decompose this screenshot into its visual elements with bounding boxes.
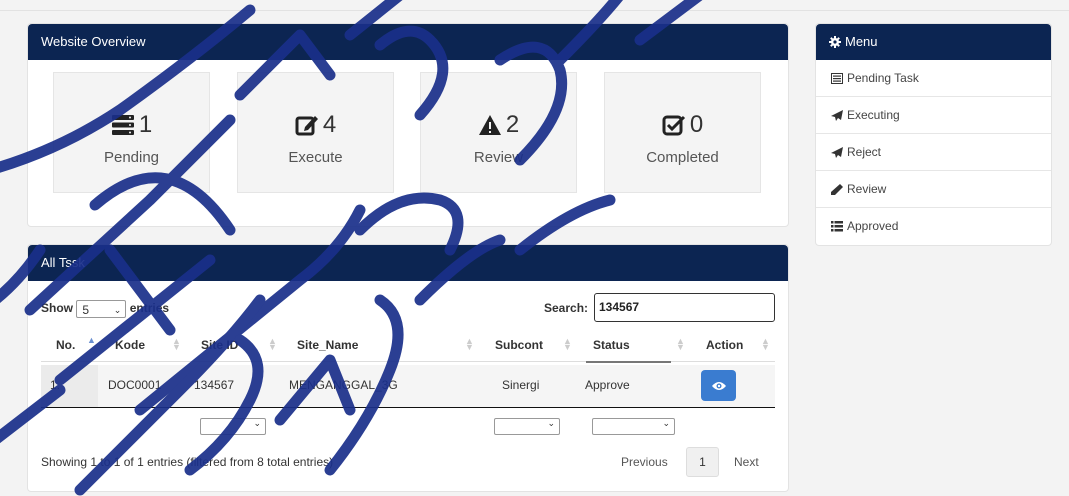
server-icon <box>111 115 134 135</box>
top-divider <box>0 10 1069 11</box>
menu-header: Menu <box>816 24 1051 60</box>
menu-title: Menu <box>845 34 878 49</box>
stat-execute[interactable]: 4 Execute <box>237 72 394 193</box>
stat-value: 1 <box>138 111 153 138</box>
menu-item-label: Pending Task <box>847 71 919 85</box>
sort-icon: ▲ ▼ <box>676 336 685 352</box>
overview-panel: Website Overview 1 Pending 4 Execute 2 R… <box>27 23 789 227</box>
tasks-panel: All Tssk Show 5 ⌄ entries Search: 134567… <box>27 244 789 492</box>
cell-no: 1. <box>50 378 61 392</box>
page-size-value: 5 <box>82 303 90 317</box>
stat-label: Pending <box>103 149 160 166</box>
stat-review[interactable]: 2 Review <box>420 72 577 193</box>
stat-label: Completed <box>646 149 719 166</box>
stat-pending[interactable]: 1 Pending <box>53 72 210 193</box>
column-header-status[interactable]: Status <box>593 338 630 352</box>
stat-value: 4 <box>322 111 337 138</box>
page-size-select[interactable]: 5 ⌄ <box>76 300 127 318</box>
menu-item-label: Reject <box>847 145 882 159</box>
tasks-title: All Tssk <box>28 245 788 281</box>
chevron-down-icon: ⌄ <box>547 418 555 428</box>
overview-title: Website Overview <box>28 24 788 60</box>
pagination-previous[interactable]: Previous <box>621 455 668 469</box>
menu-item-label: Approved <box>847 219 899 233</box>
sort-icon: ▲ ▼ <box>268 336 277 352</box>
table-info: Showing 1 to 1 of 1 entries (filtered fr… <box>41 455 334 469</box>
warning-icon <box>478 115 501 135</box>
status-filter-select[interactable]: ⌄ <box>592 418 675 435</box>
chevron-down-icon: ⌄ <box>253 418 261 428</box>
pagination-next[interactable]: Next <box>734 455 759 469</box>
view-button[interactable] <box>701 370 736 401</box>
header-underline <box>586 361 671 363</box>
pencil-icon <box>831 183 843 195</box>
menu-item-approved[interactable]: Approved <box>816 208 1051 244</box>
sort-icon: ▲ ▼ <box>563 336 572 352</box>
menu-item-reject[interactable]: Reject <box>816 134 1051 171</box>
search-input[interactable]: 134567 <box>594 293 775 322</box>
column-header-site-name[interactable]: Site_Name <box>297 338 358 352</box>
edit-icon <box>295 116 318 136</box>
sort-icon: ▲ ▼ <box>761 336 770 352</box>
list-icon <box>831 220 843 231</box>
list-alt-icon <box>831 72 843 84</box>
pagination-page[interactable]: 1 <box>686 447 719 477</box>
menu-item-pending-task[interactable]: Pending Task <box>816 60 1051 97</box>
menu-item-label: Executing <box>847 108 900 122</box>
search-label: Search: <box>544 301 589 315</box>
sort-asc-icon: ▲ <box>87 335 96 345</box>
stat-value: 2 <box>505 111 520 138</box>
column-header-no[interactable]: No. <box>56 338 75 352</box>
column-header-action[interactable]: Action <box>706 338 743 352</box>
stat-label: Execute <box>288 149 343 166</box>
chevron-down-icon: ⌄ <box>662 418 670 428</box>
page-size-control: Show 5 ⌄ entries <box>41 300 169 318</box>
send-icon <box>831 109 843 121</box>
stat-value: 0 <box>689 111 704 138</box>
menu-item-review[interactable]: Review <box>816 171 1051 208</box>
sort-icon: ▲ ▼ <box>465 336 474 352</box>
sort-icon: ▲ ▼ <box>172 336 181 352</box>
cell-subcont: Sinergi <box>502 378 540 392</box>
cell-site-name: MENGANGGAL_3G <box>289 378 398 392</box>
entries-label: entries <box>129 301 170 316</box>
site-id-filter-select[interactable]: ⌄ <box>200 418 266 435</box>
send-icon <box>831 146 843 158</box>
column-header-kode[interactable]: Kode <box>115 338 145 352</box>
column-header-subcont[interactable]: Subcont <box>495 338 543 352</box>
check-square-icon <box>662 115 685 136</box>
stat-completed[interactable]: 0 Completed <box>604 72 761 193</box>
menu-panel: Menu Pending Task Executing Reject Revie… <box>815 23 1052 246</box>
cell-status: Approve <box>585 378 630 392</box>
menu-item-label: Review <box>847 182 887 196</box>
subcont-filter-select[interactable]: ⌄ <box>494 418 560 435</box>
stat-label: Review <box>473 149 524 166</box>
cell-site-id: 134567 <box>194 378 235 392</box>
cell-kode: DOC0001 <box>108 378 162 392</box>
column-header-site-id[interactable]: Site ID <box>201 338 238 352</box>
menu-item-executing[interactable]: Executing <box>816 97 1051 134</box>
show-label: Show <box>41 301 73 316</box>
chevron-down-icon: ⌄ <box>113 305 122 315</box>
eye-icon <box>711 381 726 390</box>
gear-icon <box>829 36 841 48</box>
